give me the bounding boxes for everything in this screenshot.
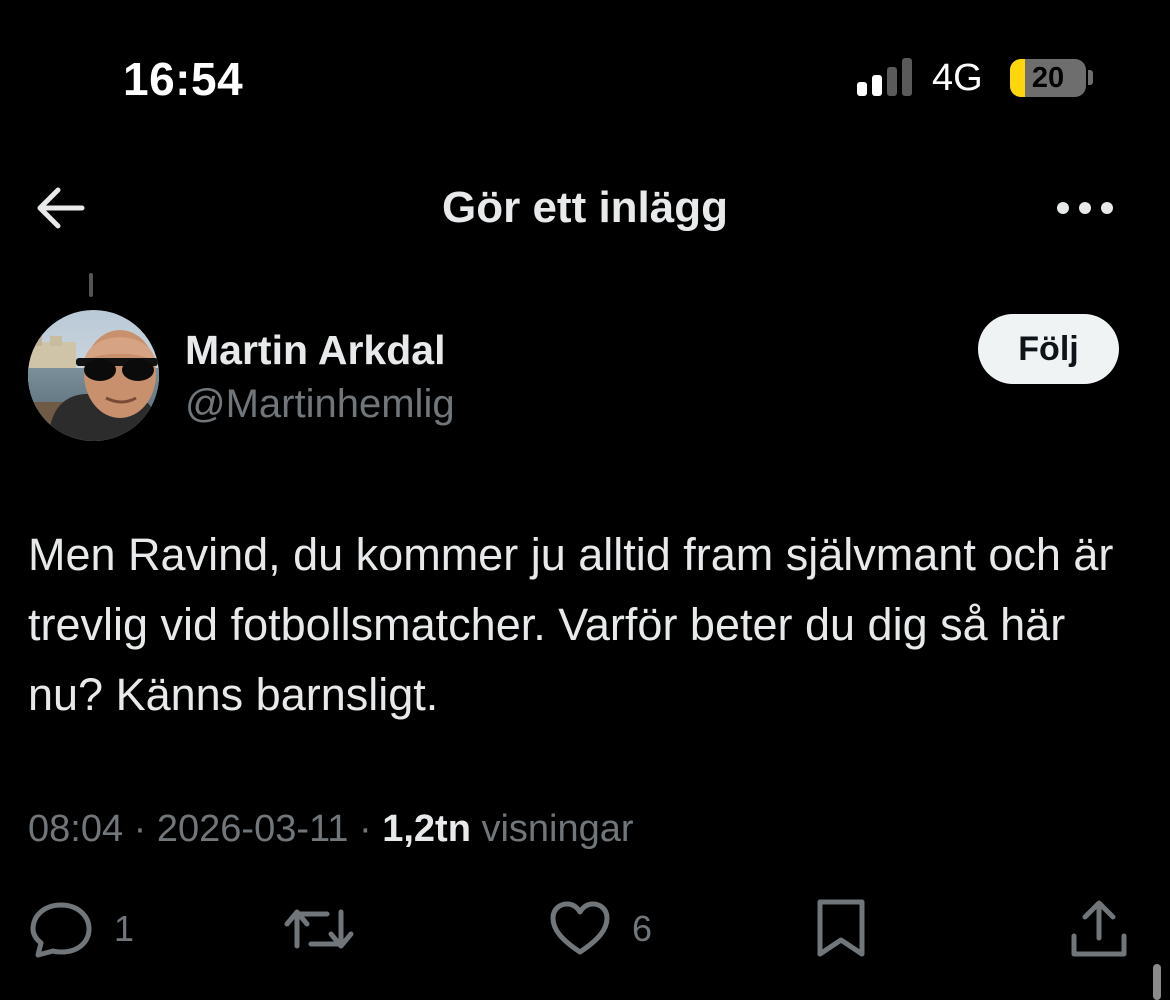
meta-separator: ·: [348, 808, 383, 850]
more-horizontal-icon: [1057, 202, 1113, 214]
signal-bar: [902, 58, 912, 96]
views-label: visningar: [481, 808, 634, 850]
arrow-left-icon: [37, 187, 85, 229]
meta-separator: ·: [123, 808, 157, 850]
battery-level: 20: [1031, 62, 1065, 94]
repost-button[interactable]: [283, 896, 355, 962]
bookmark-icon: [817, 899, 865, 957]
post-time: 08:04: [28, 808, 124, 850]
more-options-button[interactable]: [1050, 186, 1120, 230]
reply-button[interactable]: 1: [28, 896, 134, 962]
author-handle[interactable]: @Martinhemlig: [185, 380, 455, 428]
reply-icon: [30, 902, 92, 958]
status-time: 16:54: [123, 53, 244, 105]
back-button[interactable]: [28, 180, 92, 236]
like-count: 6: [632, 908, 653, 949]
scrollbar[interactable]: [1153, 964, 1161, 1000]
battery-tip: [1088, 70, 1093, 85]
page-title: Gör ett inlägg: [442, 183, 728, 232]
post-meta: 08:04 · 2026-03-11 · 1,2tn visningar: [28, 802, 634, 856]
thread-connector-line: [89, 273, 93, 297]
repost-icon: [284, 909, 354, 949]
cellular-signal-icon: [857, 58, 915, 96]
post-text: Men Ravind, du kommer ju alltid fram sjä…: [28, 529, 1114, 720]
signal-bar: [857, 82, 867, 96]
heart-icon: [550, 901, 610, 955]
like-button[interactable]: 6: [548, 896, 652, 962]
share-icon: [1071, 900, 1127, 957]
author-name[interactable]: Martin Arkdal: [185, 326, 445, 374]
avatar[interactable]: [28, 310, 159, 441]
post-date: 2026-03-11: [156, 808, 349, 850]
signal-bar: [872, 75, 882, 96]
avatar-photo: [28, 310, 159, 441]
views-count[interactable]: 1,2tn: [382, 808, 471, 850]
network-type: 4G: [932, 57, 983, 99]
signal-bar: [887, 67, 897, 96]
battery-icon: 20: [1010, 59, 1086, 97]
reply-count: 1: [114, 908, 135, 949]
follow-button[interactable]: Följ: [978, 314, 1119, 384]
bookmark-button[interactable]: [812, 896, 870, 962]
share-button[interactable]: [1068, 896, 1130, 962]
